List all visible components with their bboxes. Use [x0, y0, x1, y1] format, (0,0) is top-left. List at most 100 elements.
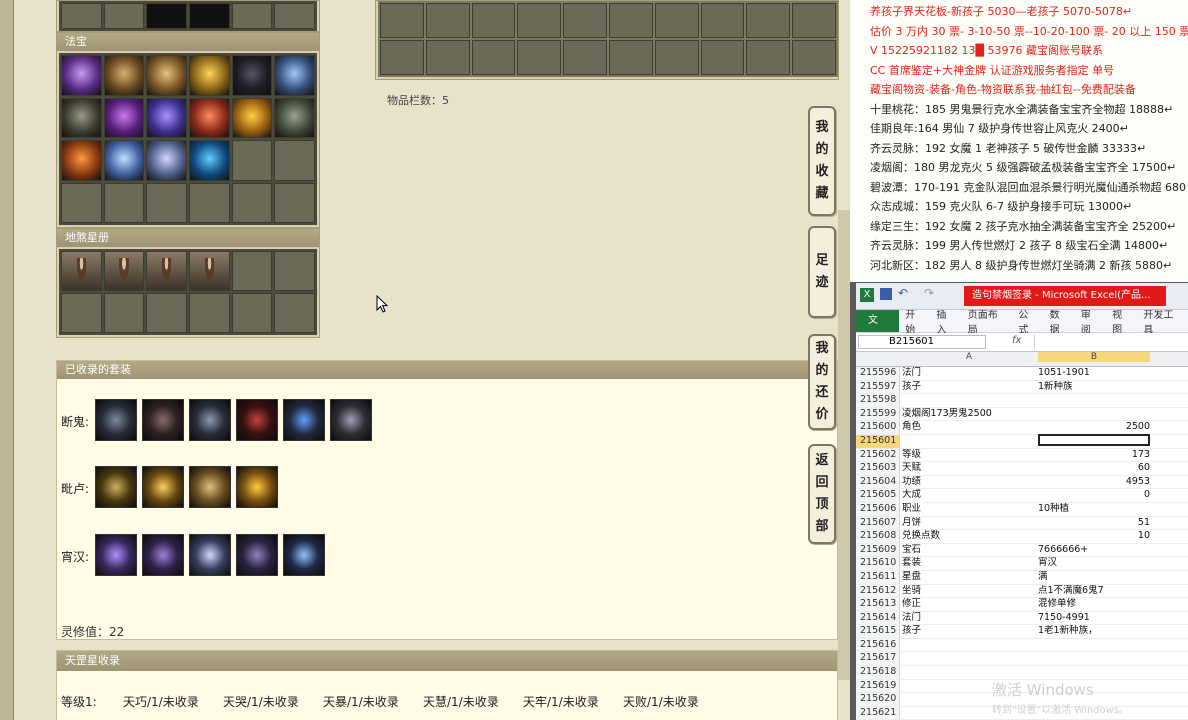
fabao-item[interactable] — [146, 97, 187, 138]
collection-empty-slot[interactable] — [189, 293, 230, 333]
fabao-empty-slot[interactable] — [231, 182, 273, 223]
inventory-slot[interactable] — [608, 40, 653, 75]
cell-a[interactable]: 孩子 — [902, 625, 1036, 638]
inventory-slot[interactable] — [380, 40, 424, 75]
cell-a[interactable]: 法门 — [902, 612, 1036, 625]
ribbon-tab[interactable]: 插入 — [931, 306, 962, 336]
fabao-item[interactable] — [103, 140, 145, 181]
inventory-slot[interactable] — [517, 40, 562, 75]
fabao-item[interactable] — [231, 55, 273, 96]
cell-a[interactable]: 宝石 — [902, 544, 1036, 557]
collection-empty-slot[interactable] — [231, 293, 273, 333]
suit-item-icon[interactable] — [236, 399, 278, 441]
cell-b[interactable]: 10种植 — [1038, 503, 1150, 516]
ribbon-tab[interactable]: 公式 — [1012, 306, 1043, 336]
row-number[interactable]: 215614 — [856, 611, 900, 625]
cell-b[interactable]: 7666666+ — [1038, 544, 1150, 557]
cell-b[interactable]: 2500 — [1038, 421, 1150, 434]
collection-empty-slot[interactable] — [274, 293, 315, 333]
suit-item-icon[interactable] — [142, 399, 184, 441]
inventory-slot[interactable] — [654, 3, 699, 38]
cell-a[interactable]: 天赋 — [902, 462, 1036, 475]
cell-a[interactable]: 法门 — [902, 367, 1036, 380]
inventory-slot[interactable] — [608, 3, 653, 38]
column-a-header[interactable]: A — [902, 352, 1036, 362]
fabao-empty-slot[interactable] — [274, 182, 315, 223]
item-slot[interactable] — [146, 3, 187, 29]
cell-a[interactable]: 大成 — [902, 489, 1036, 502]
row-number[interactable]: 215598 — [856, 394, 900, 407]
cell-b[interactable]: 满 — [1038, 571, 1150, 584]
collection-empty-slot[interactable] — [61, 293, 102, 333]
footprint-button[interactable]: 足迹 — [808, 226, 836, 318]
cell-b[interactable]: 1新种族 — [1038, 381, 1150, 394]
row-number[interactable]: 215610 — [856, 557, 900, 570]
cell-b[interactable]: 0 — [1038, 489, 1150, 502]
fabao-item[interactable] — [61, 55, 102, 96]
cell-b[interactable]: 51 — [1038, 517, 1150, 530]
fabao-item[interactable] — [189, 140, 230, 181]
fabao-empty-slot[interactable] — [146, 182, 187, 223]
cell-b[interactable]: 7150-4991 — [1038, 612, 1150, 625]
collection-empty-slot[interactable] — [274, 251, 315, 291]
row-number[interactable]: 215599 — [856, 407, 900, 421]
row-number[interactable]: 215609 — [856, 543, 900, 557]
cell-b[interactable]: 4953 — [1038, 476, 1150, 489]
collection-empty-slot[interactable] — [146, 293, 187, 333]
cell-b[interactable]: 点1不满魔6鬼7 — [1038, 585, 1150, 598]
fabao-item[interactable] — [231, 97, 273, 138]
ribbon-tab[interactable]: 视图 — [1106, 306, 1137, 336]
suit-item-icon[interactable] — [189, 466, 231, 508]
undo-icon[interactable]: ↶ — [898, 286, 908, 300]
collection-character[interactable] — [189, 251, 230, 291]
row-number[interactable]: 215596 — [856, 367, 900, 380]
inventory-slot[interactable] — [746, 3, 791, 38]
ribbon-tab[interactable]: 审阅 — [1075, 306, 1106, 336]
item-slot[interactable] — [103, 3, 145, 29]
cell-b[interactable] — [1038, 433, 1150, 446]
ribbon-tab[interactable]: 开始 — [899, 306, 930, 336]
inventory-slot[interactable] — [517, 3, 562, 38]
row-number[interactable]: 215619 — [856, 679, 900, 693]
inventory-slot[interactable] — [563, 40, 607, 75]
fabao-item[interactable] — [146, 55, 187, 96]
row-number[interactable]: 215608 — [856, 530, 900, 543]
my-favorites-button[interactable]: 我的收藏 — [808, 106, 836, 216]
cell-a[interactable]: 孩子 — [902, 381, 1036, 394]
cell-a[interactable]: 月饼 — [902, 517, 1036, 530]
fabao-empty-slot[interactable] — [61, 182, 102, 223]
inventory-slot[interactable] — [654, 40, 699, 75]
row-number[interactable]: 215620 — [856, 693, 900, 706]
column-b-header[interactable]: B — [1038, 352, 1150, 362]
row-number[interactable]: 215603 — [856, 462, 900, 475]
inventory-slot[interactable] — [700, 3, 745, 38]
suit-item-icon[interactable] — [330, 399, 372, 441]
fabao-item[interactable] — [146, 140, 187, 181]
cell-a[interactable]: 修正 — [902, 598, 1036, 611]
fabao-empty-slot[interactable] — [103, 182, 145, 223]
fabao-item[interactable] — [61, 97, 102, 138]
row-number[interactable]: 215602 — [856, 448, 900, 462]
inventory-slot[interactable] — [471, 3, 516, 38]
cell-a[interactable]: 兑换点数 — [902, 530, 1036, 543]
suit-item-icon[interactable] — [142, 466, 184, 508]
row-number[interactable]: 215616 — [856, 638, 900, 652]
back-to-top-button[interactable]: 返回顶部 — [808, 444, 836, 544]
fabao-item[interactable] — [189, 97, 230, 138]
suit-item-icon[interactable] — [95, 399, 137, 441]
row-number[interactable]: 215611 — [856, 570, 900, 584]
inventory-slot[interactable] — [792, 40, 836, 75]
suit-item-icon[interactable] — [283, 399, 325, 441]
suit-item-icon[interactable] — [189, 534, 231, 576]
collection-character[interactable] — [61, 251, 102, 291]
my-bids-button[interactable]: 我的还价 — [808, 334, 836, 430]
cell-a[interactable]: 坐骑 — [902, 585, 1036, 598]
collection-empty-slot[interactable] — [231, 251, 273, 291]
fabao-item[interactable] — [103, 97, 145, 138]
redo-icon[interactable]: ↷ — [924, 286, 934, 300]
row-number[interactable]: 215606 — [856, 502, 900, 516]
suit-item-icon[interactable] — [236, 534, 278, 576]
row-number[interactable]: 215613 — [856, 598, 900, 611]
item-slot[interactable] — [189, 3, 230, 29]
row-number[interactable]: 215612 — [856, 584, 900, 598]
